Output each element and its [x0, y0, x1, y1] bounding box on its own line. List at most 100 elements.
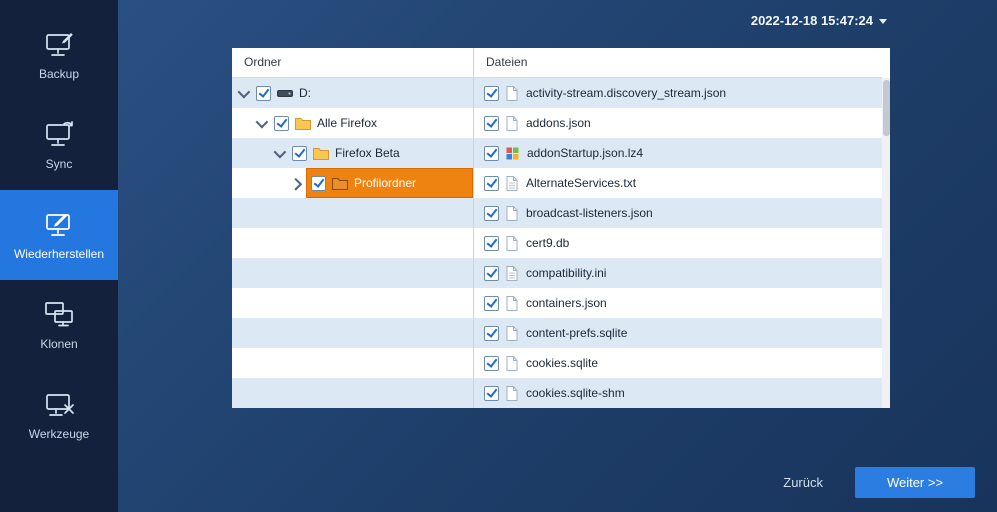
caret-down-icon — [879, 19, 887, 24]
checkbox-checked-icon[interactable] — [274, 116, 289, 131]
scrollbar-track[interactable] — [882, 78, 890, 408]
file-row[interactable]: AlternateServices.txt — [474, 168, 882, 198]
chevron-down-icon[interactable] — [256, 115, 269, 128]
file-name: cookies.sqlite — [526, 356, 598, 370]
file-row[interactable]: containers.json — [474, 288, 882, 318]
file-row[interactable]: cookies.sqlite-shm — [474, 378, 882, 408]
file-lines-icon — [506, 266, 518, 281]
file-icon — [506, 236, 518, 251]
checkbox-checked-icon[interactable] — [484, 386, 499, 401]
sidebar-item-werkzeuge[interactable]: Werkzeuge — [0, 370, 118, 460]
empty-row — [232, 318, 473, 348]
empty-row — [232, 378, 473, 408]
file-name: addonStartup.json.lz4 — [527, 146, 643, 160]
timestamp-dropdown[interactable]: 2022-12-18 15:47:24 — [751, 13, 887, 28]
restore-icon — [42, 209, 76, 239]
sidebar-item-klonen[interactable]: Klonen — [0, 280, 118, 370]
scrollbar-thumb[interactable] — [883, 80, 890, 136]
checkbox-checked-icon[interactable] — [484, 206, 499, 221]
file-row[interactable]: broadcast-listeners.json — [474, 198, 882, 228]
chevron-down-icon[interactable] — [274, 145, 287, 158]
sidebar-item-label: Klonen — [40, 337, 77, 351]
file-name: containers.json — [526, 296, 607, 310]
sidebar-item-sync[interactable]: Sync — [0, 100, 118, 190]
sidebar-item-label: Backup — [39, 67, 79, 81]
file-row[interactable]: addons.json — [474, 108, 882, 138]
file-row[interactable]: cookies.sqlite — [474, 348, 882, 378]
sidebar: Backup Sync Wiederherstellen — [0, 0, 118, 512]
file-row[interactable]: compatibility.ini — [474, 258, 882, 288]
checkbox-checked-icon[interactable] — [484, 356, 499, 371]
chevron-down-icon[interactable] — [238, 85, 251, 98]
sidebar-item-backup[interactable]: Backup — [0, 10, 118, 100]
drive-icon — [277, 88, 293, 99]
file-row[interactable]: cert9.db — [474, 228, 882, 258]
file-name: AlternateServices.txt — [526, 176, 636, 190]
sidebar-item-wiederherstellen[interactable]: Wiederherstellen — [0, 190, 118, 280]
footer: Zurück Weiter >> — [777, 467, 975, 498]
file-name: compatibility.ini — [526, 266, 606, 280]
clone-icon — [42, 299, 76, 329]
file-icon — [506, 86, 518, 101]
folders-column: Ordner D: — [232, 48, 474, 408]
files-header: Dateien — [474, 48, 882, 78]
empty-row — [232, 348, 473, 378]
file-browser-panel: Ordner D: — [232, 48, 890, 408]
tree-label: Profilordner — [354, 176, 416, 190]
sidebar-item-label: Sync — [46, 157, 73, 171]
checkbox-checked-icon[interactable] — [484, 146, 499, 161]
file-row[interactable]: addonStartup.json.lz4 — [474, 138, 882, 168]
empty-row — [232, 228, 473, 258]
file-name: cookies.sqlite-shm — [526, 386, 625, 400]
backup-icon — [42, 29, 76, 59]
folder-icon — [313, 147, 329, 160]
tree-label: Alle Firefox — [317, 116, 377, 130]
tree-row-drive-d[interactable]: D: — [232, 78, 473, 108]
sidebar-item-label: Werkzeuge — [29, 427, 89, 441]
file-row[interactable]: content-prefs.sqlite — [474, 318, 882, 348]
checkbox-checked-icon[interactable] — [256, 86, 271, 101]
file-icon — [506, 356, 518, 371]
sync-icon — [42, 119, 76, 149]
timestamp-text: 2022-12-18 15:47:24 — [751, 13, 873, 28]
mosaic-file-icon — [506, 147, 519, 160]
back-button[interactable]: Zurück — [777, 474, 829, 491]
checkbox-checked-icon[interactable] — [292, 146, 307, 161]
files-column: Dateien activity-stream.discovery_stream… — [474, 48, 882, 408]
checkbox-checked-icon[interactable] — [484, 176, 499, 191]
file-lines-icon — [506, 176, 518, 191]
tree-label: D: — [299, 86, 311, 100]
file-name: content-prefs.sqlite — [526, 326, 627, 340]
empty-row — [232, 288, 473, 318]
tools-icon — [42, 389, 76, 419]
empty-row — [232, 198, 473, 228]
selected-tree-item[interactable]: Profilordner — [306, 168, 473, 198]
empty-row — [232, 258, 473, 288]
checkbox-checked-icon[interactable] — [311, 176, 326, 191]
checkbox-checked-icon[interactable] — [484, 266, 499, 281]
file-icon — [506, 386, 518, 401]
file-icon — [506, 296, 518, 311]
tree-row-firefox-beta[interactable]: Firefox Beta — [232, 138, 473, 168]
chevron-right-icon[interactable] — [289, 177, 302, 190]
app-window: Backup Sync Wiederherstellen — [0, 0, 997, 512]
file-icon — [506, 116, 518, 131]
folder-icon — [332, 177, 348, 190]
sidebar-item-label: Wiederherstellen — [14, 247, 104, 261]
folder-tree: D: Alle Firefox — [232, 78, 473, 408]
checkbox-checked-icon[interactable] — [484, 296, 499, 311]
file-row[interactable]: activity-stream.discovery_stream.json — [474, 78, 882, 108]
checkbox-checked-icon[interactable] — [484, 236, 499, 251]
checkbox-checked-icon[interactable] — [484, 116, 499, 131]
folders-header: Ordner — [232, 48, 473, 78]
tree-row-profilordner[interactable]: Profilordner — [232, 168, 473, 198]
next-button[interactable]: Weiter >> — [855, 467, 975, 498]
files-scrollbar[interactable] — [882, 48, 890, 408]
checkbox-checked-icon[interactable] — [484, 326, 499, 341]
checkbox-checked-icon[interactable] — [484, 86, 499, 101]
file-name: addons.json — [526, 116, 591, 130]
tree-row-alle-firefox[interactable]: Alle Firefox — [232, 108, 473, 138]
file-name: cert9.db — [526, 236, 569, 250]
file-icon — [506, 206, 518, 221]
file-name: broadcast-listeners.json — [526, 206, 653, 220]
